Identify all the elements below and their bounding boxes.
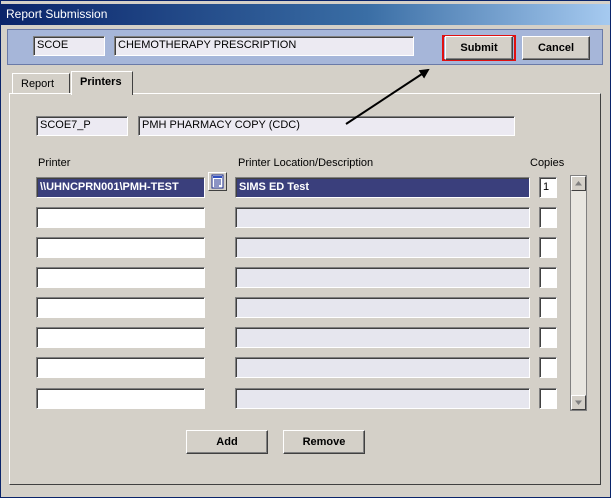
title-bar: Report Submission	[1, 4, 610, 25]
printer-input-row-5[interactable]	[36, 297, 205, 318]
cancel-button[interactable]: Cancel	[522, 36, 590, 60]
location-input-row-5[interactable]	[235, 297, 530, 318]
location-input-row-7[interactable]	[235, 357, 530, 378]
printer-input-row-6[interactable]	[36, 327, 205, 348]
scroll-down-arrow-icon[interactable]	[571, 395, 586, 410]
printer-input-row-1[interactable]: \\UHNCPRN001\PMH-TEST	[36, 177, 205, 198]
document-list-icon[interactable]	[208, 172, 227, 191]
submit-button[interactable]: Submit	[445, 36, 513, 60]
column-header-location: Printer Location/Description	[238, 157, 374, 169]
tab-printers[interactable]: Printers	[71, 71, 133, 95]
add-button[interactable]: Add	[186, 430, 268, 454]
location-input-row-6[interactable]	[235, 327, 530, 348]
copies-input-row-3[interactable]	[539, 237, 557, 258]
rows-scrollbar[interactable]	[570, 175, 587, 411]
copies-input-row-8[interactable]	[539, 388, 557, 409]
copies-input-row-1[interactable]: 1	[539, 177, 557, 198]
column-header-copies: Copies	[530, 157, 565, 169]
printer-input-row-2[interactable]	[36, 207, 205, 228]
location-input-row-2[interactable]	[235, 207, 530, 228]
printer-input-row-7[interactable]	[36, 357, 205, 378]
window-title: Report Submission	[6, 7, 108, 21]
copies-input-row-6[interactable]	[539, 327, 557, 348]
location-input-row-3[interactable]	[235, 237, 530, 258]
report-submission-window: Report Submission SCOE CHEMOTHERAPY PRES…	[0, 0, 611, 498]
column-header-printer: Printer	[38, 157, 71, 169]
report-code-field[interactable]: SCOE	[33, 36, 105, 56]
printer-input-row-3[interactable]	[36, 237, 205, 258]
printer-input-row-8[interactable]	[36, 388, 205, 409]
printers-panel	[9, 93, 601, 485]
tab-report[interactable]: Report	[12, 73, 70, 95]
location-input-row-8[interactable]	[235, 388, 530, 409]
copies-input-row-2[interactable]	[539, 207, 557, 228]
printer-code-desc-field[interactable]: PMH PHARMACY COPY (CDC)	[138, 116, 515, 136]
location-input-row-1[interactable]: SIMS ED Test	[235, 177, 530, 198]
remove-button[interactable]: Remove	[283, 430, 365, 454]
report-name-field[interactable]: CHEMOTHERAPY PRESCRIPTION	[114, 36, 414, 56]
copies-input-row-7[interactable]	[539, 357, 557, 378]
location-input-row-4[interactable]	[235, 267, 530, 288]
copies-input-row-4[interactable]	[539, 267, 557, 288]
copies-input-row-5[interactable]	[539, 297, 557, 318]
printer-input-row-4[interactable]	[36, 267, 205, 288]
scroll-up-arrow-icon[interactable]	[571, 176, 586, 191]
printer-code-field[interactable]: SCOE7_P	[36, 116, 128, 136]
